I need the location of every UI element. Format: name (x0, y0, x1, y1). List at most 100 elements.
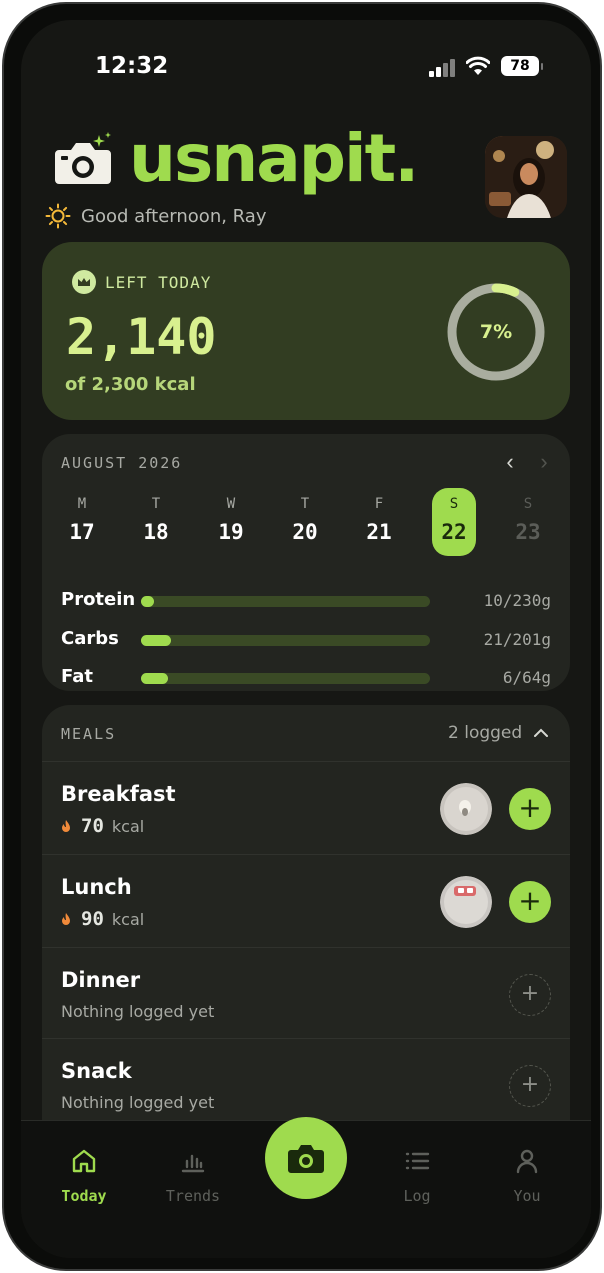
day-number: 17 (69, 520, 95, 544)
calories-left-card[interactable]: LEFT TODAY 2,140 of 2,300 kcal 7% (42, 242, 570, 420)
home-icon (72, 1149, 96, 1173)
snap-camera-button[interactable] (265, 1117, 347, 1199)
day-number: 19 (218, 520, 244, 544)
left-today-badge: LEFT TODAY (72, 270, 211, 294)
left-today-label: LEFT TODAY (105, 272, 212, 292)
day-21[interactable]: F 21 (357, 488, 401, 556)
wifi-icon (466, 56, 490, 75)
status-time: 12:32 (95, 53, 169, 79)
meal-name: Snack (61, 1059, 132, 1083)
plus-icon: + (518, 791, 542, 824)
meal-photo[interactable] (440, 783, 492, 835)
add-dinner-button[interactable]: + (509, 974, 551, 1016)
macro-bar (141, 635, 430, 646)
camera-icon (55, 132, 111, 184)
macro-value: 21/201g (483, 630, 551, 649)
chevron-up-icon[interactable] (530, 719, 552, 745)
progress-percent: 7% (479, 321, 513, 343)
day-22-selected[interactable]: S 22 (432, 488, 476, 556)
tab-log[interactable]: Log (372, 1147, 462, 1217)
day-letter: M (77, 496, 87, 512)
tab-you[interactable]: You (482, 1147, 572, 1217)
add-lunch-button[interactable]: + (509, 881, 551, 923)
calendar-card: AUGUST 2026 ‹ › M 17 T 18 W 19 T 20 F 21 (42, 434, 570, 691)
tab-label: Today (61, 1187, 107, 1205)
day-number: 18 (143, 520, 169, 544)
app-logo-text: usnapit. (129, 120, 419, 197)
phone-frame: 12:32 78 usnapit. Good afternoon, Ray LE… (2, 2, 602, 1271)
battery-indicator: 78 (501, 56, 543, 76)
day-letter: W (226, 496, 236, 512)
macro-protein: Protein 10/230g (61, 589, 551, 613)
kcal-unit: kcal (111, 817, 145, 836)
tab-label: Log (403, 1187, 431, 1205)
day-17[interactable]: M 17 (60, 488, 104, 556)
day-number: 22 (441, 520, 467, 544)
macro-bar-fill (141, 635, 172, 646)
meal-calories: 70 kcal (61, 815, 144, 837)
macro-name: Carbs (61, 628, 119, 649)
meal-name: Breakfast (61, 782, 176, 806)
crown-icon (72, 270, 96, 294)
meal-row-lunch[interactable]: Lunch 90 kcal + (42, 854, 570, 946)
macro-bar-fill (141, 596, 154, 607)
tab-trends[interactable]: Trends (148, 1147, 238, 1217)
meals-count: 2 logged (448, 723, 523, 743)
day-20[interactable]: T 20 (283, 488, 327, 556)
kcal-value: 90 (81, 908, 104, 930)
macro-fat: Fat 6/64g (61, 666, 551, 690)
macro-bar-fill (141, 673, 169, 684)
macro-value: 6/64g (502, 668, 551, 687)
calories-remaining: 2,140 (66, 308, 217, 366)
meal-photo[interactable] (440, 876, 492, 928)
sun-icon (45, 203, 71, 229)
tab-today[interactable]: Today (39, 1147, 129, 1217)
day-18[interactable]: T 18 (134, 488, 178, 556)
greeting: Good afternoon, Ray (45, 202, 266, 230)
day-letter: T (151, 496, 161, 512)
meal-name: Lunch (61, 875, 132, 899)
greeting-text: Good afternoon, Ray (81, 205, 267, 227)
camera-icon (288, 1145, 324, 1173)
meals-card: MEALS 2 logged Breakfast 70 kcal + Lunch… (42, 705, 570, 1125)
kcal-value: 70 (81, 815, 104, 837)
plus-icon: + (518, 884, 542, 917)
macro-name: Fat (61, 666, 93, 687)
macro-bar (141, 596, 430, 607)
calorie-goal: of 2,300 kcal (65, 374, 196, 395)
meal-row-dinner[interactable]: Dinner Nothing logged yet + (42, 947, 570, 1039)
day-23[interactable]: S 23 (506, 488, 550, 556)
avatar[interactable] (485, 136, 567, 218)
day-letter: T (300, 496, 310, 512)
meal-name: Dinner (61, 968, 141, 992)
add-snack-button[interactable]: + (509, 1065, 551, 1107)
list-icon (405, 1152, 430, 1170)
day-number: 23 (515, 520, 541, 544)
chevron-left-icon[interactable]: ‹ (500, 450, 520, 474)
bar-chart-icon (181, 1154, 205, 1173)
day-letter: S (449, 496, 459, 512)
cellular-signal-icon (429, 59, 457, 77)
macro-name: Protein (61, 589, 136, 610)
person-icon (516, 1149, 538, 1174)
meal-row-breakfast[interactable]: Breakfast 70 kcal + (42, 761, 570, 853)
tab-label: You (513, 1187, 541, 1205)
flame-icon (62, 820, 70, 832)
plus-icon: + (520, 1072, 540, 1097)
day-number: 20 (292, 520, 318, 544)
app-screen: 12:32 78 usnapit. Good afternoon, Ray LE… (21, 20, 591, 1258)
chevron-right-icon[interactable]: › (534, 450, 554, 474)
kcal-unit: kcal (111, 910, 145, 929)
plus-icon: + (520, 981, 540, 1006)
meal-row-snack[interactable]: Snack Nothing logged yet + (42, 1038, 570, 1125)
meal-empty-text: Nothing logged yet (61, 1093, 215, 1112)
day-letter: S (523, 496, 533, 512)
macro-bar (141, 673, 430, 684)
day-letter: F (374, 496, 384, 512)
meals-title: MEALS (61, 725, 117, 743)
day-19[interactable]: W 19 (209, 488, 253, 556)
flame-icon (62, 913, 70, 925)
calendar-month: AUGUST 2026 (61, 454, 183, 472)
add-breakfast-button[interactable]: + (509, 788, 551, 830)
macro-carbs: Carbs 21/201g (61, 628, 551, 652)
